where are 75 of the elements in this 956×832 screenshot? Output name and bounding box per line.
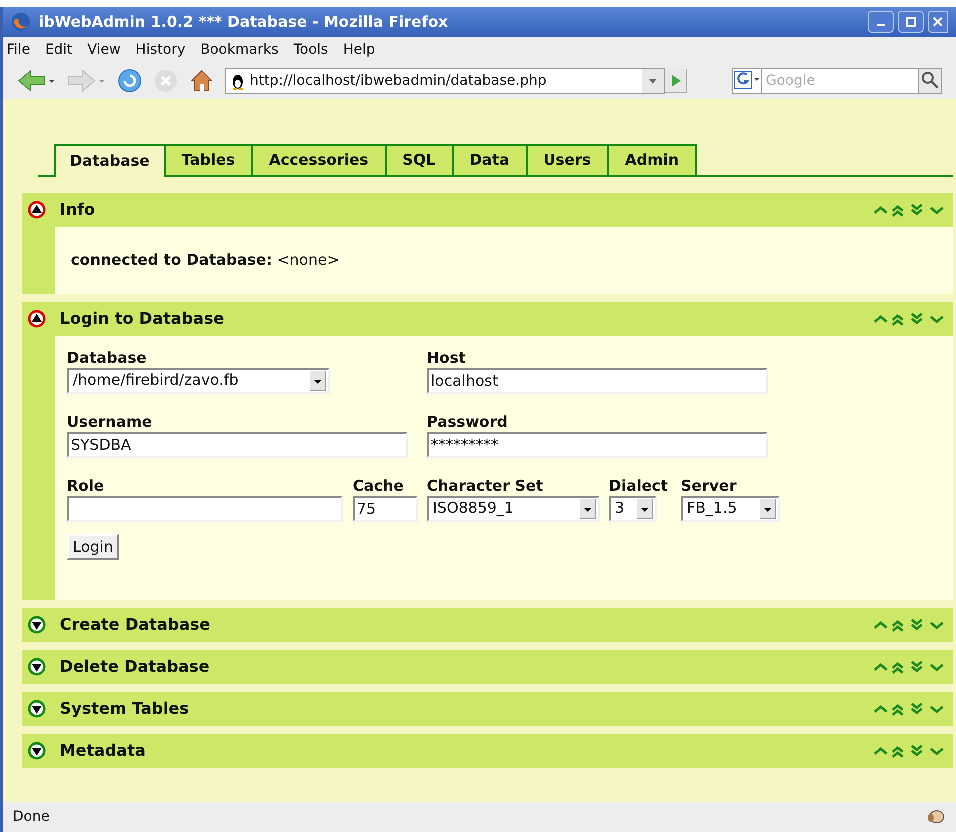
tab[interactable]: Data xyxy=(454,144,528,175)
tab[interactable]: Admin xyxy=(609,144,698,175)
panel-title: System Tables xyxy=(60,698,190,720)
menu-item[interactable]: File xyxy=(7,40,30,60)
expand-icon[interactable] xyxy=(28,742,46,760)
maximize-button[interactable] xyxy=(898,11,924,33)
search-engine-icon[interactable] xyxy=(732,68,762,94)
field-label: Server xyxy=(681,476,738,496)
panel-title: Create Database xyxy=(60,614,212,636)
reload-icon[interactable] xyxy=(117,68,143,94)
tab[interactable]: Database xyxy=(54,144,166,177)
expand-icon[interactable] xyxy=(28,700,46,718)
address-text: http://localhost/ibwebadmin/database.php xyxy=(250,72,548,90)
panel-header[interactable]: Create Database xyxy=(22,608,953,642)
tab[interactable]: Accessories xyxy=(253,144,387,175)
menu-item[interactable]: View xyxy=(88,40,121,60)
address-bar[interactable]: http://localhost/ibwebadmin/database.php xyxy=(225,68,665,94)
close-button[interactable] xyxy=(928,11,948,33)
host-field[interactable]: localhost xyxy=(427,368,768,394)
server-select[interactable]: FB_1.5 xyxy=(681,496,780,522)
menu-item[interactable]: Help xyxy=(343,40,376,60)
status-text: Done xyxy=(13,808,50,826)
expand-icon[interactable] xyxy=(28,616,46,634)
menu-item[interactable]: Edit xyxy=(45,40,73,60)
search-field[interactable]: Google xyxy=(762,68,918,94)
username-field[interactable]: SYSDBA xyxy=(67,432,408,458)
home-icon[interactable] xyxy=(189,68,215,94)
tab[interactable]: SQL xyxy=(386,144,454,175)
role-field[interactable] xyxy=(67,496,343,522)
field-label: Role xyxy=(67,476,106,496)
panel-title: Delete Database xyxy=(60,656,211,678)
field-label: Database xyxy=(67,348,148,368)
close-icon xyxy=(932,16,944,28)
dropdown-arrow-icon xyxy=(760,498,776,518)
connection-status: connected to Database: <none> xyxy=(71,251,340,269)
field-label: Username xyxy=(67,412,154,432)
browser-logo-icon xyxy=(11,12,31,32)
dropdown-arrow-icon xyxy=(580,498,596,518)
penguin-icon xyxy=(230,72,246,90)
field-label: Password xyxy=(427,412,509,432)
menu-item[interactable]: History xyxy=(136,40,186,60)
panel-header[interactable]: System Tables xyxy=(22,692,953,726)
panel-header[interactable]: Login to Database xyxy=(22,302,953,336)
password-field[interactable]: ********* xyxy=(427,432,768,458)
go-icon[interactable] xyxy=(665,69,687,93)
minimize-icon xyxy=(877,24,885,26)
tab[interactable]: Tables xyxy=(166,144,254,175)
panel-header[interactable]: Metadata xyxy=(22,734,953,768)
login-button[interactable]: Login xyxy=(67,534,120,560)
collapse-icon[interactable] xyxy=(28,201,46,219)
dialect-select[interactable]: 3 xyxy=(609,496,657,522)
back-icon[interactable] xyxy=(17,69,57,93)
field-label: Character Set xyxy=(427,476,544,496)
minimize-button[interactable] xyxy=(868,11,894,33)
menu-item[interactable]: Bookmarks xyxy=(200,40,279,60)
panel-title: Info xyxy=(60,199,96,221)
window-title: ibWebAdmin 1.0.2 *** Database - Mozilla Firefox xyxy=(39,12,450,33)
collapse-icon[interactable] xyxy=(28,310,46,328)
panel-title: Login to Database xyxy=(60,308,226,330)
charset-select[interactable]: ISO8859_1 xyxy=(427,496,600,522)
search-icon[interactable] xyxy=(918,68,942,94)
field-label: Cache xyxy=(353,476,405,496)
expand-icon[interactable] xyxy=(28,658,46,676)
dropdown-arrow-icon xyxy=(310,370,326,390)
maximize-icon xyxy=(905,16,917,28)
panel-title: Metadata xyxy=(60,740,147,762)
field-label: Host xyxy=(427,348,467,368)
tab[interactable]: Users xyxy=(528,144,610,175)
database-select[interactable]: /home/firebird/zavo.fb xyxy=(67,368,330,394)
cache-field[interactable]: 75 xyxy=(353,496,418,522)
dropdown-arrow-icon xyxy=(637,498,653,518)
field-label: Dialect xyxy=(609,476,670,496)
menu-item[interactable]: Tools xyxy=(294,40,328,60)
panel-header[interactable]: Delete Database xyxy=(22,650,953,684)
panel-header[interactable]: Info xyxy=(22,193,953,227)
